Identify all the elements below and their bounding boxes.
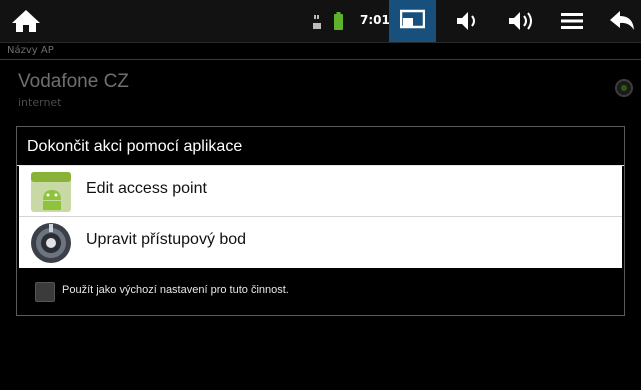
apn-subtitle: internet xyxy=(18,96,62,109)
app-chooser-list: Edit access point Upravit přístupový bod xyxy=(19,166,622,268)
option-upravit-pristupovy-bod[interactable]: Upravit přístupový bod xyxy=(19,217,622,267)
settings-app-icon xyxy=(31,223,71,263)
option-edit-access-point[interactable]: Edit access point xyxy=(19,166,622,216)
screen-button[interactable] xyxy=(389,0,436,42)
option-label: Upravit přístupový bod xyxy=(86,231,247,248)
apn-name: Vodafone CZ xyxy=(18,71,129,92)
back-icon[interactable] xyxy=(609,10,635,32)
use-as-default-row[interactable]: Použít jako výchozí nastavení pro tuto č… xyxy=(17,275,624,305)
dialog-title: Dokončit akci pomocí aplikace xyxy=(27,138,243,155)
apn-section-header: Názvy AP xyxy=(7,45,54,56)
option-label: Edit access point xyxy=(86,180,207,197)
sim-signal-icon xyxy=(313,15,321,29)
menu-icon[interactable] xyxy=(561,12,583,30)
use-as-default-checkbox[interactable] xyxy=(35,282,55,302)
battery-icon xyxy=(334,12,343,30)
volume-down-icon[interactable] xyxy=(455,11,483,31)
section-divider xyxy=(0,59,641,60)
clock: 7:01 xyxy=(360,13,390,27)
home-icon[interactable] xyxy=(10,8,42,34)
status-bar: 7:01 xyxy=(0,0,641,43)
volume-up-icon[interactable] xyxy=(507,11,535,31)
use-as-default-label: Použít jako výchozí nastavení pro tuto č… xyxy=(62,284,289,296)
complete-action-dialog: Dokončit akci pomocí aplikace Edit acces… xyxy=(16,126,625,316)
android-market-icon xyxy=(31,172,71,212)
screen-icon xyxy=(400,9,425,29)
apn-radio-button xyxy=(615,79,633,97)
